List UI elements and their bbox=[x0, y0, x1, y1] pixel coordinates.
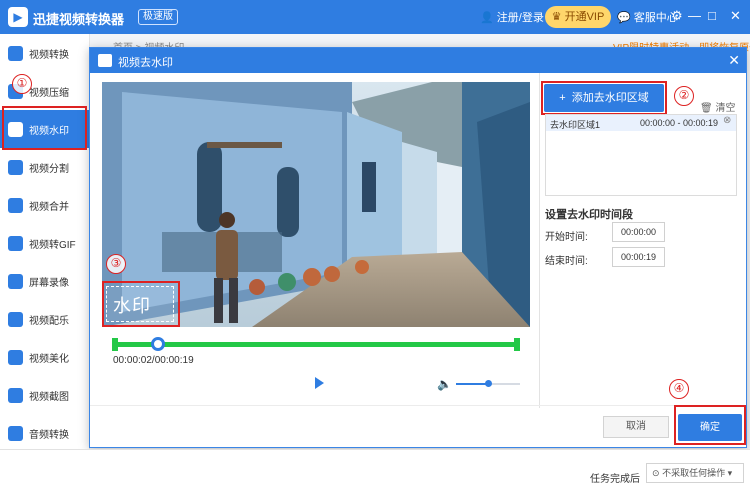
sidebar-item-label: 视频合并 bbox=[29, 201, 69, 213]
region-time: 00:00:00 - 00:00:19 bbox=[640, 118, 719, 128]
after-task-label: 任务完成后 bbox=[590, 474, 640, 485]
settings-icon[interactable]: ⚙ bbox=[671, 8, 683, 24]
clock-icon: ⊙ bbox=[652, 468, 660, 478]
sidebar-item-video-beautify[interactable]: 视频美化 bbox=[0, 338, 90, 376]
video-split-icon bbox=[8, 159, 23, 175]
sidebar-highlight bbox=[2, 106, 87, 150]
ok-highlight bbox=[674, 405, 746, 445]
crown-icon: ♛ bbox=[551, 11, 562, 23]
step-marker-1: ① bbox=[12, 74, 32, 94]
video-screenshot-icon bbox=[8, 387, 23, 403]
minimize-icon[interactable]: — bbox=[688, 8, 701, 24]
video-icon bbox=[98, 54, 112, 67]
dialog-footer-divider bbox=[90, 405, 746, 406]
play-icon[interactable] bbox=[315, 377, 324, 389]
sidebar-item-video-gif[interactable]: 视频转GIF bbox=[0, 224, 90, 262]
trash-icon: 🗑 bbox=[700, 103, 713, 114]
user-icon: 👤 bbox=[480, 12, 494, 24]
volume-icon[interactable]: 🔈 bbox=[437, 377, 452, 391]
add-region-highlight bbox=[541, 81, 667, 115]
dialog-title: 视频去水印 bbox=[118, 57, 173, 69]
sidebar-item-label: 视频截图 bbox=[29, 391, 69, 403]
edition-badge: 极速版 bbox=[138, 9, 178, 25]
screen-record-icon bbox=[8, 273, 23, 289]
login-link[interactable]: 👤 注册/登录 bbox=[480, 9, 544, 25]
vip-button[interactable]: ♛ 开通VIP bbox=[545, 6, 611, 28]
maximize-icon[interactable]: □ bbox=[708, 8, 716, 24]
chat-icon: 💬 bbox=[617, 12, 631, 24]
sidebar-item-label: 视频压缩 bbox=[29, 87, 69, 99]
volume-slider-knob[interactable] bbox=[485, 380, 492, 387]
close-window-icon[interactable]: ✕ bbox=[730, 8, 741, 24]
sidebar-item-label: 音频转换 bbox=[29, 429, 69, 441]
sidebar-item-video-convert[interactable]: 视频转换 bbox=[0, 34, 90, 72]
close-dialog-icon[interactable]: ✕ bbox=[728, 52, 740, 68]
dialog-header: 视频去水印 ✕ bbox=[90, 48, 746, 73]
sidebar: 视频转换 视频压缩 视频水印 视频分割 视频合并 视频转GIF 屏幕录像 视频配… bbox=[0, 34, 90, 449]
app-title: 迅捷视频转换器 bbox=[33, 12, 125, 27]
video-beautify-icon bbox=[8, 349, 23, 365]
audio-convert-icon bbox=[8, 425, 23, 441]
panel-divider bbox=[539, 73, 540, 408]
timeline-track[interactable] bbox=[116, 342, 518, 347]
region-name: 去水印区域1 bbox=[550, 120, 601, 130]
sidebar-item-label: 视频配乐 bbox=[29, 315, 69, 327]
cancel-button[interactable]: 取消 bbox=[603, 416, 669, 438]
step-marker-2: ② bbox=[674, 86, 694, 106]
clear-label: 清空 bbox=[715, 103, 736, 114]
clear-button[interactable]: 🗑 清空 bbox=[700, 99, 735, 114]
sidebar-item-label: 视频转换 bbox=[29, 49, 69, 61]
timeline-end-handle[interactable] bbox=[514, 338, 520, 351]
start-time-field[interactable] bbox=[612, 222, 665, 242]
video-gif-icon bbox=[8, 235, 23, 251]
sidebar-item-video-merge[interactable]: 视频合并 bbox=[0, 186, 90, 224]
sidebar-item-label: 视频转GIF bbox=[29, 239, 76, 251]
sidebar-item-screen-record[interactable]: 屏幕录像 bbox=[0, 262, 90, 300]
sidebar-item-video-screenshot[interactable]: 视频截图 bbox=[0, 376, 90, 414]
service-link[interactable]: 💬 客服中心 bbox=[617, 9, 678, 25]
after-task-select[interactable]: ⊙ 不采取任何操作 ▾ bbox=[646, 463, 744, 483]
video-convert-icon bbox=[8, 45, 23, 61]
time-readout: 00:00:02/00:00:19 bbox=[113, 355, 194, 366]
sidebar-item-audio-convert[interactable]: 音频转换 bbox=[0, 414, 90, 452]
start-time-label: 开始时间: bbox=[545, 232, 588, 243]
delete-region-icon[interactable]: ⊗ bbox=[723, 115, 731, 126]
end-time-label: 结束时间: bbox=[545, 256, 588, 267]
time-section-title: 设置去水印时间段 bbox=[545, 209, 633, 221]
sidebar-item-video-split[interactable]: 视频分割 bbox=[0, 148, 90, 186]
video-merge-icon bbox=[8, 197, 23, 213]
timeline-start-handle[interactable] bbox=[112, 338, 118, 351]
chevron-down-icon: ▾ bbox=[727, 468, 733, 478]
vip-label: 开通VIP bbox=[564, 11, 605, 23]
video-music-icon bbox=[8, 311, 23, 327]
sidebar-item-video-music[interactable]: 视频配乐 bbox=[0, 300, 90, 338]
login-label: 注册/登录 bbox=[496, 12, 544, 24]
sidebar-item-label: 视频分割 bbox=[29, 163, 69, 175]
after-task-value: 不采取任何操作 bbox=[662, 468, 726, 478]
watermark-text: 水印 bbox=[113, 296, 151, 316]
sidebar-item-label: 视频美化 bbox=[29, 353, 69, 365]
step-marker-4: ④ bbox=[669, 379, 689, 399]
app-logo-icon: ▶ bbox=[8, 7, 28, 27]
volume-slider-fill bbox=[456, 383, 488, 385]
title-bar: ▶ 迅捷视频转换器 极速版 👤 注册/登录 ♛ 开通VIP 💬 客服中心 ⚙ —… bbox=[0, 0, 750, 34]
end-time-field[interactable] bbox=[612, 247, 665, 267]
step-marker-3: ③ bbox=[106, 254, 126, 274]
sidebar-item-label: 屏幕录像 bbox=[29, 277, 69, 289]
